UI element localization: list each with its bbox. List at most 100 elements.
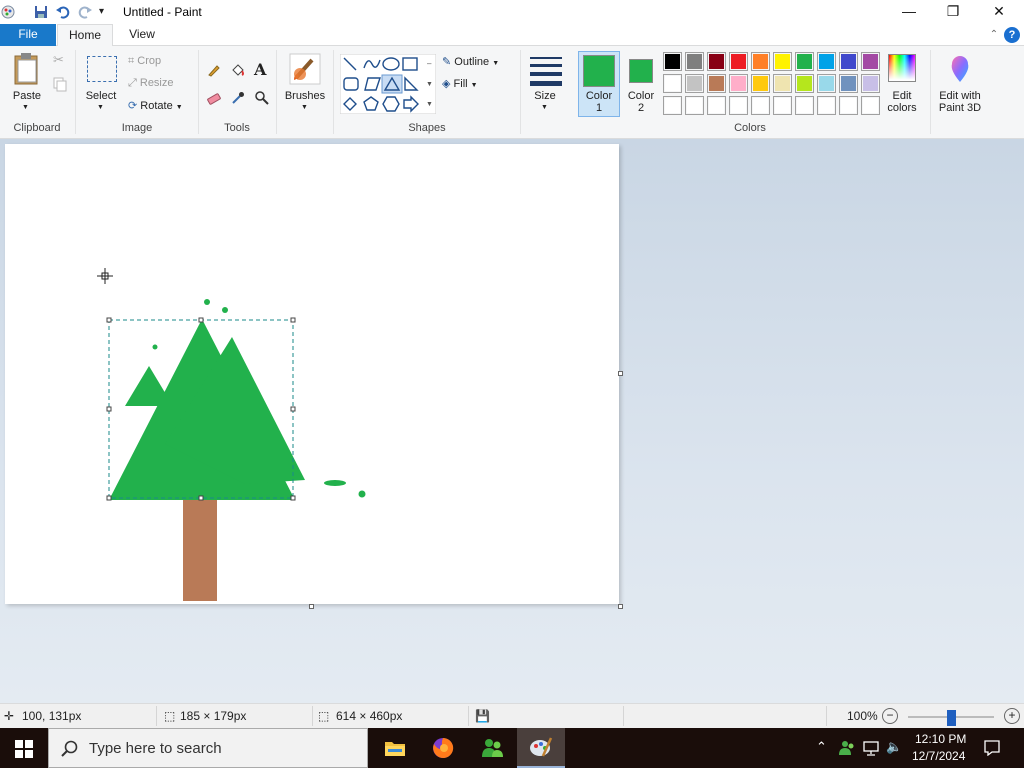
color-picker-icon[interactable] [230, 90, 246, 106]
size-dropdown-icon[interactable]: ▼ [541, 104, 548, 111]
color2-label[interactable]: Color [621, 90, 661, 102]
select-icon[interactable] [87, 56, 117, 82]
close-button[interactable]: ✕ [976, 0, 1022, 24]
people-taskbar-button[interactable] [468, 728, 516, 768]
color-swatch-fill [731, 98, 746, 113]
rotate-button[interactable]: ⟳ Rotate ▼ [128, 99, 183, 112]
color-swatch[interactable] [839, 96, 858, 115]
fill-button[interactable]: ◈ Fill ▼ [442, 77, 478, 90]
taskbar-search-box[interactable]: Type here to search [48, 728, 368, 768]
paint3d-icon[interactable] [946, 54, 974, 84]
color-swatch[interactable] [751, 52, 770, 71]
edit-with-paint3d-button[interactable]: Edit with [932, 90, 988, 102]
undo-icon[interactable] [55, 4, 71, 20]
canvas-workspace[interactable] [0, 139, 1024, 703]
color-swatch[interactable] [839, 52, 858, 71]
color-swatch[interactable] [817, 52, 836, 71]
tab-view[interactable]: View [116, 24, 168, 46]
color2-swatch[interactable] [629, 59, 653, 83]
resize-button[interactable]: ⤢ Resize [128, 77, 174, 90]
color-swatch-fill [709, 76, 724, 91]
select-button[interactable]: Select [82, 90, 120, 102]
network-icon[interactable] [862, 741, 880, 756]
color-swatch[interactable] [817, 74, 836, 93]
brushes-icon[interactable] [288, 52, 322, 86]
minimize-ribbon-chevron-icon[interactable]: ⌃ [986, 27, 1002, 43]
drawing-canvas[interactable] [5, 144, 619, 604]
color-swatch[interactable] [663, 74, 682, 93]
canvas-resize-handle-right[interactable] [618, 371, 623, 376]
canvas-resize-handle-bottom[interactable] [309, 604, 314, 609]
redo-icon[interactable] [77, 4, 93, 20]
save-icon[interactable] [33, 4, 49, 20]
color-swatch[interactable] [663, 96, 682, 115]
canvas-resize-handle-corner[interactable] [618, 604, 623, 609]
edit-colors-button[interactable]: Edit [880, 90, 924, 102]
tab-home[interactable]: Home [57, 24, 113, 47]
color-swatch[interactable] [817, 96, 836, 115]
zoom-out-button[interactable]: − [882, 708, 898, 724]
brushes-button[interactable]: Brushes [282, 90, 328, 102]
help-icon[interactable]: ? [1004, 27, 1020, 43]
color-swatch[interactable] [729, 74, 748, 93]
color-swatch[interactable] [707, 74, 726, 93]
crop-button[interactable]: ⌗ Crop [128, 55, 161, 68]
text-tool-icon[interactable]: A [254, 60, 266, 79]
firefox-taskbar-button[interactable] [419, 728, 467, 768]
color-swatch[interactable] [663, 52, 682, 71]
minimize-button[interactable]: — [886, 0, 932, 24]
color-swatch[interactable] [839, 74, 858, 93]
customize-toolbar-chevron-icon[interactable]: ▾ [99, 6, 104, 17]
eraser-icon[interactable] [206, 90, 222, 106]
people-tray-icon[interactable] [838, 740, 856, 756]
color-swatch[interactable] [729, 96, 748, 115]
color-swatch[interactable] [861, 52, 880, 71]
maximize-button[interactable]: ❐ [930, 0, 976, 24]
select-dropdown-icon[interactable]: ▼ [97, 104, 104, 111]
color-swatch[interactable] [751, 74, 770, 93]
copy-icon[interactable] [52, 76, 68, 92]
outline-button[interactable]: ✎ Outline ▼ [442, 55, 499, 68]
zoom-slider-thumb[interactable] [947, 710, 956, 726]
zoom-in-button[interactable]: + [1004, 708, 1020, 724]
color-swatch[interactable] [861, 74, 880, 93]
color-swatch[interactable] [707, 52, 726, 71]
edit-colors-icon[interactable] [888, 54, 916, 82]
windows-start-icon[interactable] [15, 740, 33, 758]
color-swatch[interactable] [729, 52, 748, 71]
drawing[interactable] [5, 144, 619, 604]
magnifier-icon[interactable] [254, 90, 270, 106]
volume-icon[interactable]: 🔈 [886, 739, 902, 755]
show-hidden-icons-chevron-icon[interactable]: ⌃ [816, 739, 827, 755]
size-button[interactable]: Size [530, 90, 560, 102]
notifications-icon[interactable] [984, 740, 1000, 756]
color-swatch[interactable] [685, 96, 704, 115]
size-icon[interactable] [529, 56, 563, 86]
color-swatch[interactable] [861, 96, 880, 115]
color-swatch[interactable] [773, 74, 792, 93]
tab-file[interactable]: File [0, 24, 56, 46]
fill-bucket-icon[interactable] [230, 62, 246, 78]
pencil-icon[interactable] [206, 62, 222, 78]
cut-icon[interactable]: ✂ [53, 52, 64, 68]
color-swatch[interactable] [707, 96, 726, 115]
paste-button[interactable]: Paste [8, 90, 46, 102]
paint-taskbar-button[interactable] [517, 728, 565, 768]
shapes-gallery[interactable]: – ▼ ▼ [340, 54, 436, 114]
color-swatch[interactable] [795, 52, 814, 71]
paste-dropdown-icon[interactable]: ▼ [22, 104, 29, 111]
color-swatch[interactable] [685, 52, 704, 71]
color-swatch[interactable] [751, 96, 770, 115]
color-swatch[interactable] [773, 52, 792, 71]
clock-time[interactable]: 12:10 PM [915, 732, 966, 746]
clock-date[interactable]: 12/7/2024 [912, 749, 965, 763]
color-swatch[interactable] [795, 96, 814, 115]
color-swatch[interactable] [795, 74, 814, 93]
file-explorer-taskbar-button[interactable] [370, 728, 418, 768]
paint-app-icon[interactable] [0, 4, 16, 20]
color-swatch[interactable] [685, 74, 704, 93]
folder-icon [385, 742, 405, 756]
brushes-dropdown-icon[interactable]: ▼ [301, 104, 308, 111]
color-swatch[interactable] [773, 96, 792, 115]
paste-icon[interactable] [12, 52, 42, 86]
